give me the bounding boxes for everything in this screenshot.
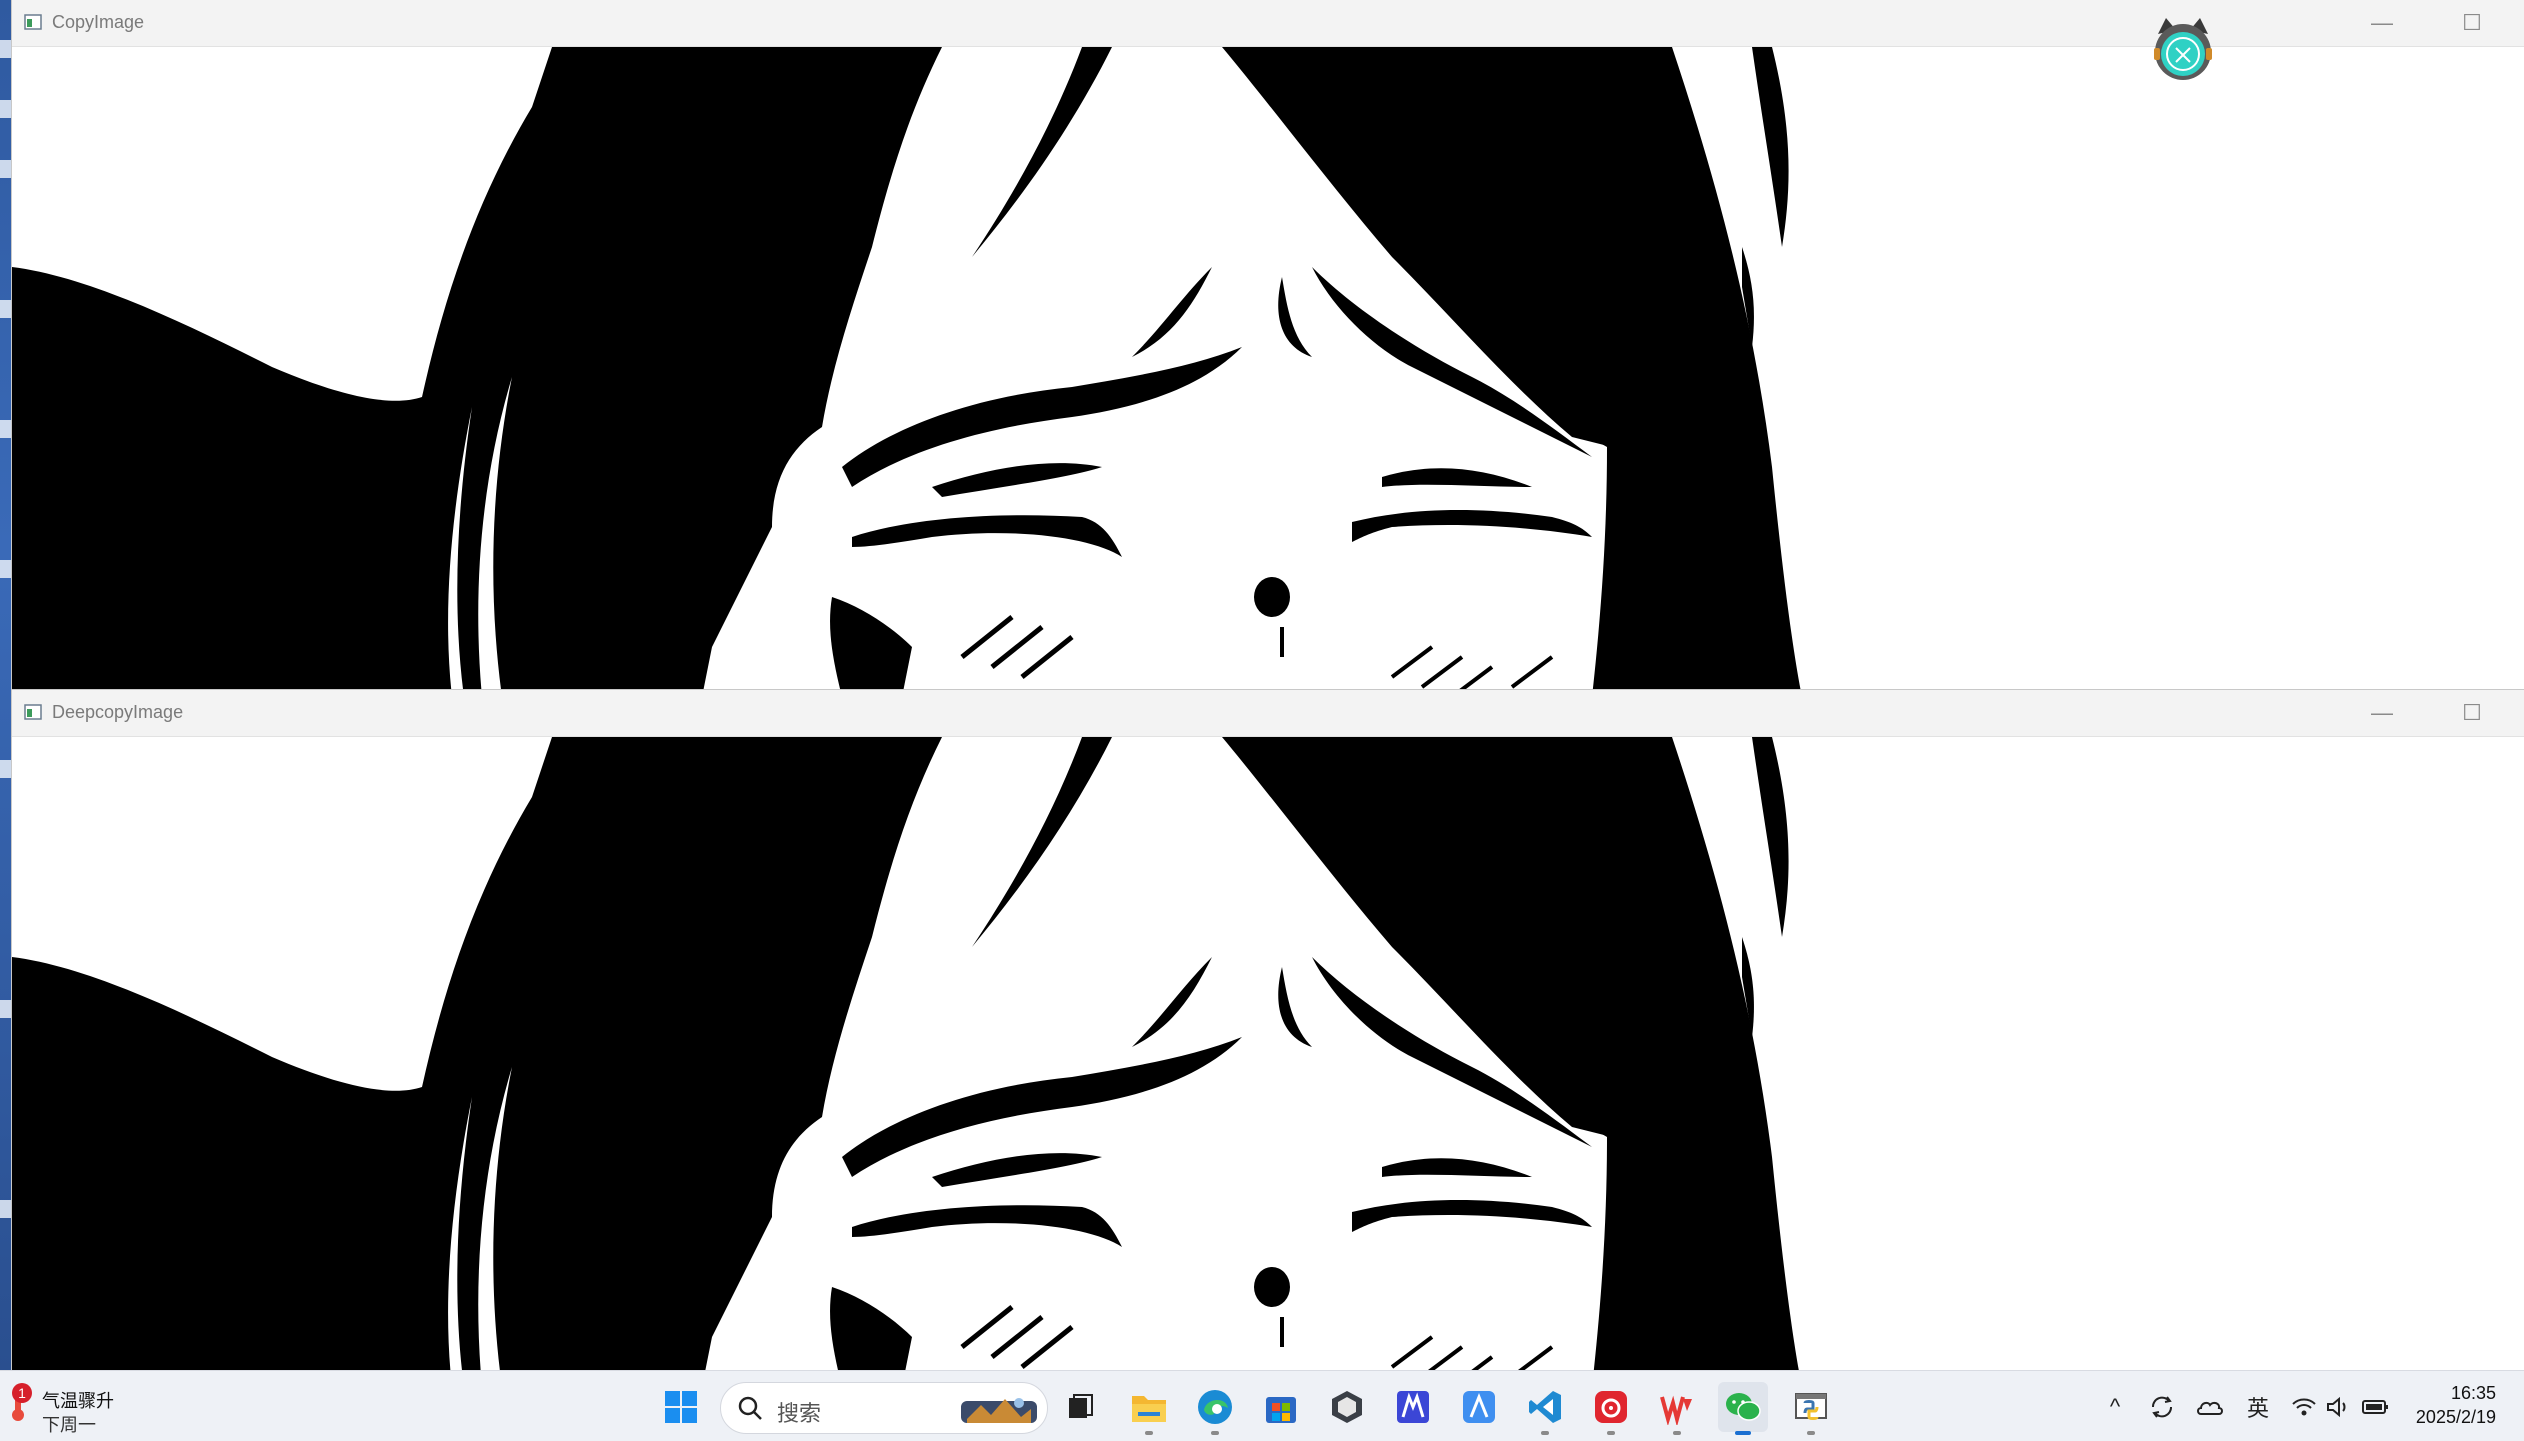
- python-idle-icon[interactable]: [1786, 1382, 1836, 1435]
- desktop-icon[interactable]: [0, 1000, 12, 1018]
- desktop-icon[interactable]: [0, 760, 12, 778]
- battery-icon[interactable]: [2356, 1393, 2396, 1421]
- clock-time: 16:35: [2450, 1383, 2496, 1403]
- desktop-icon[interactable]: [0, 100, 12, 118]
- floating-assistant-icon[interactable]: [2148, 14, 2218, 84]
- vscode-icon[interactable]: [1520, 1382, 1570, 1435]
- search-placeholder: 搜索: [777, 1401, 822, 1426]
- file-explorer-icon[interactable]: [1124, 1382, 1174, 1435]
- start-icon[interactable]: [656, 1382, 706, 1432]
- maximize-button[interactable]: ☐: [2440, 690, 2504, 736]
- netease-music-icon[interactable]: [1586, 1382, 1636, 1435]
- wechat-icon[interactable]: [1718, 1382, 1768, 1435]
- search-box[interactable]: 搜索: [720, 1382, 1048, 1434]
- weather-subline: 下周一: [42, 1415, 96, 1435]
- deepcopyimage-window: DeepcopyImage — ☐: [12, 690, 2524, 1371]
- wps-icon[interactable]: [1652, 1382, 1702, 1435]
- onedrive-icon[interactable]: [2190, 1393, 2230, 1421]
- desktop-icon[interactable]: [0, 300, 12, 318]
- desktop-icon[interactable]: [0, 560, 12, 578]
- copyimage-window: CopyImage — ☐: [12, 0, 2524, 691]
- task-view-icon[interactable]: [1055, 1382, 1105, 1432]
- system-clock[interactable]: 16:35 2025/2/19: [2416, 1381, 2496, 1429]
- app-a-icon[interactable]: [1454, 1382, 1504, 1432]
- desktop-icon[interactable]: [0, 40, 12, 58]
- image-canvas: [12, 47, 2524, 691]
- window-titlebar[interactable]: DeepcopyImage — ☐: [12, 690, 2524, 737]
- taskbar: 1 气温骤升 下周一 搜索 ^ 英 16:35 2025/2/19: [0, 1370, 2524, 1441]
- desktop-icon[interactable]: [0, 420, 12, 438]
- anime-face-image: [12, 737, 2524, 1371]
- clock-date: 2025/2/19: [2415, 1407, 2496, 1427]
- desktop-icon[interactable]: [0, 160, 12, 178]
- image-canvas: [12, 737, 2524, 1371]
- microsoft-store-icon[interactable]: [1256, 1382, 1306, 1432]
- weather-headline: 气温骤升: [42, 1391, 114, 1411]
- window-app-icon: [24, 14, 42, 30]
- search-highlight-icon: [961, 1398, 1037, 1423]
- window-title: DeepcopyImage: [52, 702, 184, 722]
- volume-icon[interactable]: [2320, 1393, 2356, 1421]
- ime-indicator[interactable]: 英: [2240, 1393, 2276, 1421]
- minimize-button[interactable]: —: [2350, 690, 2414, 736]
- desktop-icon[interactable]: [0, 1200, 12, 1218]
- unity-icon[interactable]: [1322, 1382, 1372, 1432]
- window-app-icon: [24, 704, 42, 720]
- maximize-button[interactable]: ☐: [2440, 0, 2504, 46]
- edge-browser-icon[interactable]: [1190, 1382, 1240, 1435]
- sync-icon[interactable]: [2144, 1393, 2180, 1421]
- tray-overflow-chevron[interactable]: ^: [2100, 1393, 2130, 1421]
- wifi-icon[interactable]: [2286, 1393, 2322, 1421]
- notification-badge: 1: [12, 1383, 32, 1403]
- search-icon: [738, 1396, 762, 1420]
- anime-face-image: [12, 47, 2524, 691]
- app-m-icon[interactable]: [1388, 1382, 1438, 1432]
- weather-widget[interactable]: 1 气温骤升 下周一: [6, 1379, 146, 1435]
- minimize-button[interactable]: —: [2350, 0, 2414, 46]
- window-title: CopyImage: [52, 12, 145, 32]
